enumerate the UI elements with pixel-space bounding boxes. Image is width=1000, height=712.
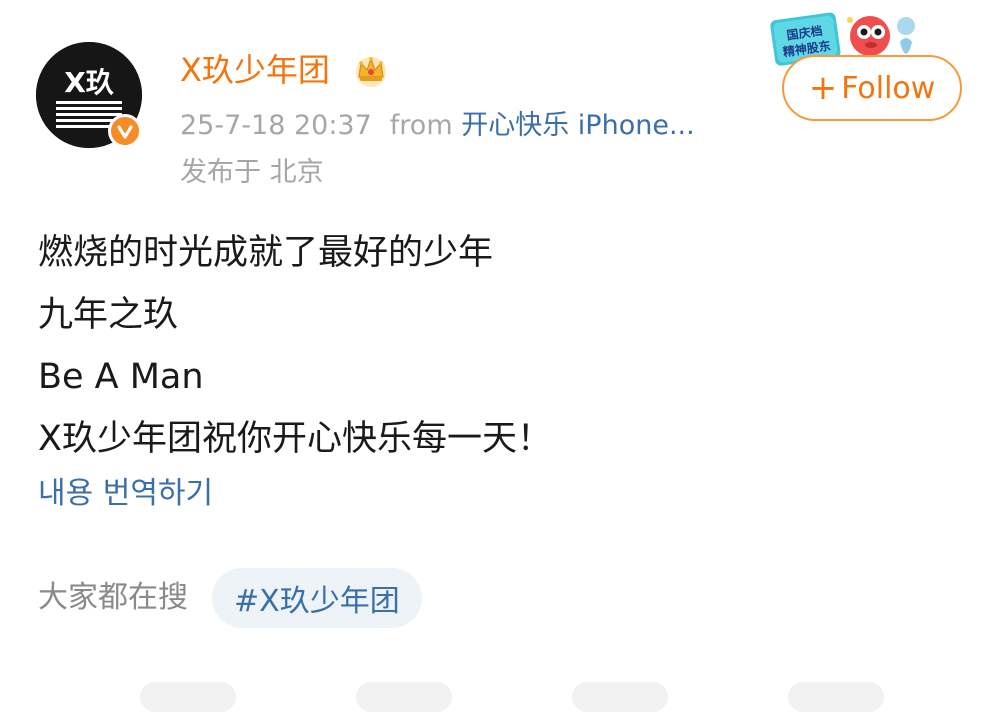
post-content: 燃烧的时光成就了最好的少年 九年之玖 Be A Man X玖少年团祝你开心快乐每… — [38, 222, 938, 470]
from-label: from — [389, 110, 453, 141]
avatar-logo-text: X玖 — [64, 66, 114, 99]
trending-search-label: 大家都在搜 — [38, 580, 188, 615]
plus-icon: + — [808, 68, 838, 108]
bottom-action-peek — [788, 682, 884, 712]
post-location: 发布于 北京 — [180, 157, 324, 188]
post-meta: 25-7-18 20:37 from 开心快乐 iPhone... — [180, 108, 695, 144]
verified-badge-icon — [108, 114, 142, 148]
follow-button[interactable]: + Follow — [782, 55, 962, 121]
username[interactable]: X玖少年团 — [180, 50, 330, 90]
post-text-line: 燃烧的时光成就了最好的少年 — [38, 233, 494, 273]
post-source[interactable]: 开心快乐 iPhone... — [461, 110, 694, 141]
post-text-line: 九年之玖 — [38, 295, 179, 335]
post-timestamp: 25-7-18 20:37 — [180, 110, 372, 141]
bottom-action-peek — [572, 682, 668, 712]
trending-topic-tag[interactable]: #X玖少年团 — [212, 568, 422, 628]
post-text-line: Be A Man — [38, 357, 204, 397]
bottom-action-peek — [140, 682, 236, 712]
follow-button-label: Follow — [841, 70, 936, 106]
translate-link[interactable]: 내용 번역하기 — [38, 474, 213, 514]
crown-icon — [352, 51, 390, 89]
post-text-line: X玖少年团祝你开心快乐每一天！ — [38, 419, 552, 459]
bottom-action-peek — [356, 682, 452, 712]
